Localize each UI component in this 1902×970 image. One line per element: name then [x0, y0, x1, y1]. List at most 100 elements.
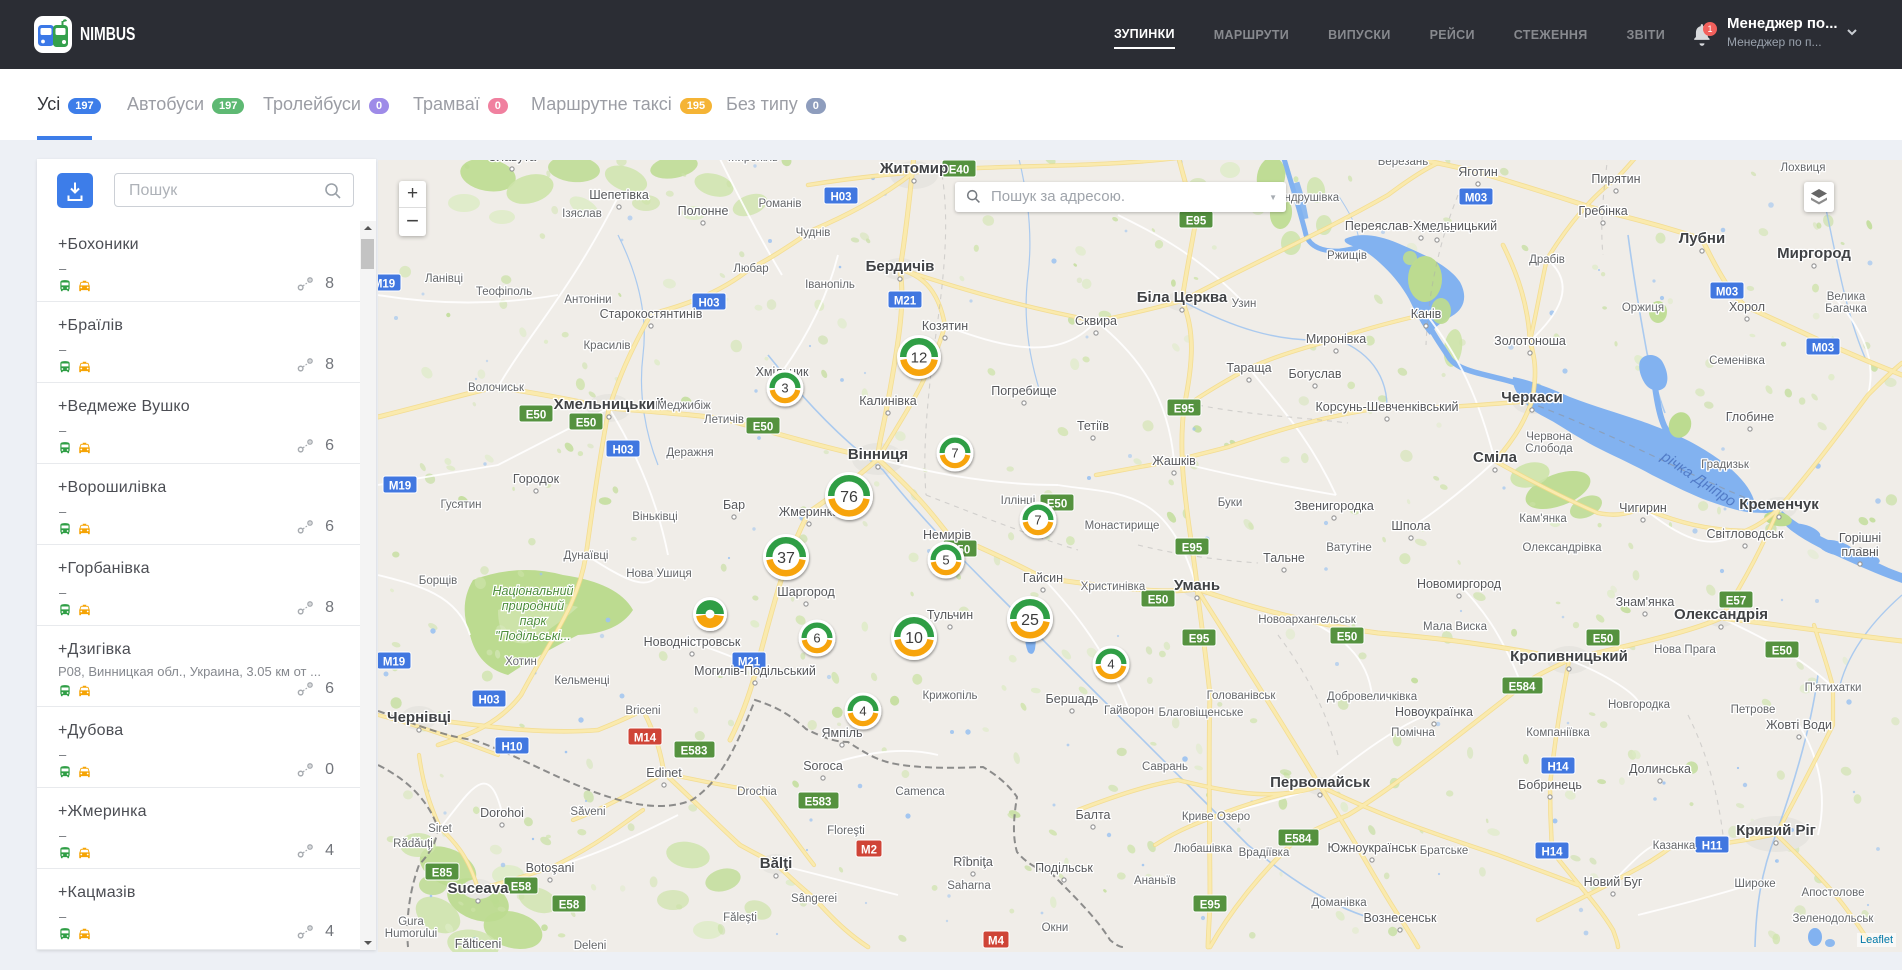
svg-text:E50: E50 — [753, 422, 773, 434]
svg-text:Тальне: Тальне — [1263, 551, 1305, 565]
svg-text:Черкаси: Черкаси — [1501, 389, 1562, 406]
svg-text:Петрове: Петрове — [1731, 704, 1776, 716]
svg-text:Доманівка: Доманівка — [1311, 897, 1367, 909]
svg-text:Красилів: Красилів — [583, 340, 630, 352]
svg-text:Добровеличківка: Добровеличківка — [1327, 691, 1418, 703]
svg-text:E95: E95 — [1182, 543, 1203, 555]
svg-text:Волочиськ: Волочиськ — [468, 382, 525, 394]
svg-text:Гусятин: Гусятин — [440, 499, 481, 511]
svg-text:Корсунь-Шевченківський: Корсунь-Шевченківський — [1315, 400, 1458, 414]
svg-text:Драбів: Драбів — [1529, 254, 1565, 266]
svg-text:E58: E58 — [511, 882, 532, 894]
svg-text:Suceava: Suceava — [448, 880, 510, 897]
svg-text:Camenca: Camenca — [895, 786, 945, 798]
svg-text:Сквира: Сквира — [1075, 314, 1117, 328]
svg-text:Козятин: Козятин — [922, 319, 968, 333]
svg-text:Бердичів: Бердичів — [866, 258, 935, 275]
svg-text:Національний: Національний — [493, 584, 574, 598]
svg-text:Любашівка: Любашівка — [1174, 843, 1233, 855]
svg-text:37: 37 — [777, 550, 795, 567]
svg-text:Deleni: Deleni — [574, 940, 607, 952]
svg-text:Борщів: Борщів — [419, 575, 457, 587]
svg-text:7: 7 — [1034, 513, 1041, 528]
svg-text:Балта: Балта — [1076, 808, 1111, 822]
svg-text:Братське: Братське — [1420, 845, 1469, 857]
svg-text:Подільськ: Подільськ — [1035, 861, 1093, 875]
svg-text:Березань: Березань — [1378, 160, 1429, 168]
svg-text:Edinet: Edinet — [646, 766, 682, 780]
svg-text:Іванопіль: Іванопіль — [805, 279, 855, 291]
svg-text:Dorohoi: Dorohoi — [480, 806, 524, 820]
svg-text:Чигирин: Чигирин — [1619, 501, 1667, 515]
svg-text:Миронівка: Миронівка — [1306, 332, 1366, 346]
svg-text:Любар: Любар — [733, 263, 768, 275]
svg-text:Буки: Буки — [1218, 497, 1243, 509]
svg-text:Кам'янка: Кам'янка — [1519, 513, 1567, 525]
svg-text:Знам'янка: Знам'янка — [1616, 595, 1675, 609]
svg-text:Багачка: Багачка — [1825, 303, 1867, 315]
svg-text:Городок: Городок — [513, 472, 560, 486]
svg-text:Gura: Gura — [398, 916, 424, 928]
svg-text:Rîbniţa: Rîbniţa — [953, 855, 993, 869]
svg-text:Тульчин: Тульчин — [927, 608, 973, 622]
svg-text:H11: H11 — [1702, 841, 1723, 853]
svg-text:Сміла: Сміла — [1473, 449, 1518, 466]
svg-text:Гайворон: Гайворон — [1104, 705, 1154, 717]
svg-text:6: 6 — [813, 631, 820, 646]
svg-text:Криве Озеро: Криве Озеро — [1182, 811, 1250, 823]
svg-text:Зеленодольськ: Зеленодольськ — [1793, 913, 1875, 925]
svg-text:12: 12 — [911, 349, 928, 366]
svg-text:M03: M03 — [1812, 343, 1834, 355]
svg-text:Віньківці: Віньківці — [632, 511, 677, 523]
svg-text:Христинівка: Христинівка — [1081, 581, 1146, 593]
svg-text:M19: M19 — [389, 481, 411, 493]
svg-text:M03: M03 — [1716, 287, 1738, 299]
svg-text:Калинівка: Калинівка — [859, 394, 917, 408]
svg-text:H03: H03 — [612, 445, 633, 457]
svg-text:Новий Буг: Новий Буг — [1584, 875, 1643, 889]
svg-text:Летичів: Летичів — [704, 414, 744, 426]
svg-text:E50: E50 — [1772, 646, 1792, 658]
svg-text:Саврань: Саврань — [1142, 761, 1188, 773]
svg-text:Ізяслав: Ізяслав — [562, 208, 602, 220]
svg-text:Миргород: Миргород — [1777, 245, 1851, 262]
svg-text:Кривий Ріг: Кривий Ріг — [1736, 822, 1816, 839]
svg-text:Андрушівка: Андрушівка — [1277, 192, 1340, 204]
svg-text:Ватутіне: Ватутіне — [1326, 542, 1372, 554]
svg-text:Помічна: Помічна — [1391, 727, 1435, 739]
svg-text:Кропивницький: Кропивницький — [1510, 648, 1628, 665]
svg-text:Славута: Славута — [488, 160, 536, 164]
svg-text:E584: E584 — [1285, 834, 1312, 846]
svg-text:4: 4 — [859, 704, 866, 719]
svg-text:M19: M19 — [383, 657, 405, 669]
svg-text:Floreşti: Floreşti — [827, 825, 865, 837]
svg-text:M14: M14 — [634, 733, 657, 745]
svg-text:Bălţi: Bălţi — [760, 855, 793, 872]
svg-text:M4: M4 — [988, 936, 1005, 948]
svg-text:Монастирище: Монастирище — [1085, 520, 1160, 532]
svg-text:Briceni: Briceni — [625, 705, 660, 717]
svg-text:Новгородка: Новгородка — [1608, 699, 1671, 711]
svg-text:Sângerei: Sângerei — [791, 893, 837, 905]
svg-text:Rădăuţi: Rădăuţi — [393, 838, 433, 850]
svg-text:Червона: Червона — [1526, 431, 1572, 443]
svg-text:П'ятихатки: П'ятихатки — [1805, 682, 1862, 694]
svg-text:Чуднів: Чуднів — [796, 227, 831, 239]
svg-text:Тараща: Тараща — [1226, 361, 1271, 375]
svg-text:Деражня: Деражня — [666, 447, 713, 459]
svg-text:Велика: Велика — [1827, 291, 1866, 303]
svg-text:Звенигородка: Звенигородка — [1294, 499, 1374, 513]
svg-text:Жовті Води: Жовті Води — [1766, 718, 1832, 732]
svg-text:Хмельницький: Хмельницький — [554, 396, 665, 413]
svg-text:Лубни: Лубни — [1679, 230, 1725, 247]
svg-text:Канів: Канів — [1411, 307, 1442, 321]
svg-text:E95: E95 — [1174, 404, 1195, 416]
svg-text:E583: E583 — [805, 797, 832, 809]
svg-text:Ржищів: Ржищів — [1327, 250, 1367, 262]
svg-text:Бар: Бар — [723, 498, 745, 512]
svg-text:Горішні: Горішні — [1839, 531, 1881, 545]
svg-text:E58: E58 — [559, 900, 580, 912]
svg-text:Южноукраїнськ: Южноукраїнськ — [1328, 841, 1417, 855]
svg-text:Drochia: Drochia — [737, 786, 777, 798]
svg-text:Шпола: Шпола — [1391, 519, 1430, 533]
